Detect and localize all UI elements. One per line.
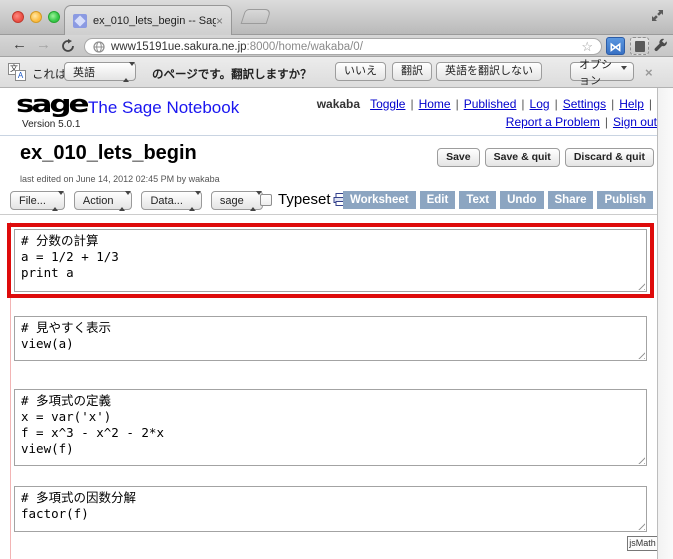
typeset-checkbox[interactable] xyxy=(260,194,272,206)
tab-close-icon[interactable]: × xyxy=(216,15,223,27)
share-button[interactable]: Share xyxy=(548,191,594,209)
menu-group: File... Action Data... sage xyxy=(10,191,263,210)
nav-link-home[interactable]: Home xyxy=(419,97,451,111)
browser-navbar: ← → www15191ue.sakura.ne.jp:8000/home/wa… xyxy=(0,35,673,57)
close-window-button[interactable] xyxy=(12,11,24,23)
url-text[interactable]: www15191ue.sakura.ne.jp:8000/home/wakaba… xyxy=(111,41,363,53)
header-nav-row1: wakabaToggle|Home|Published|Log|Settings… xyxy=(317,97,657,111)
translate-prefix-label: これは xyxy=(32,66,67,82)
options-button[interactable]: オプション xyxy=(570,62,634,81)
select-arrows-icon xyxy=(119,195,126,207)
language-select[interactable]: 英語 xyxy=(64,62,136,81)
tab-title: ex_010_lets_begin -- Sage xyxy=(93,15,216,27)
select-arrows-icon xyxy=(189,195,196,207)
bookmark-star-icon[interactable]: ☆ xyxy=(581,40,593,53)
back-button[interactable]: ← xyxy=(12,36,27,53)
version-label: Version 5.0.1 xyxy=(22,119,80,130)
wrench-menu-icon[interactable] xyxy=(652,38,668,54)
forward-button[interactable]: → xyxy=(36,36,51,53)
browser-window: ex_010_lets_begin -- Sage × ← → www15191… xyxy=(0,0,673,559)
cell-2-code[interactable]: # 見やすく表示 view(a) xyxy=(15,317,646,355)
code-cell-3[interactable]: # 多項式の定義 x = var('x') f = x^3 - x^2 - 2*… xyxy=(14,389,647,466)
extension-button-gray[interactable] xyxy=(630,37,649,55)
save-button[interactable]: Save xyxy=(437,148,480,167)
action-menu[interactable]: Action xyxy=(74,191,133,210)
select-arrows-icon xyxy=(250,195,257,207)
fullscreen-icon[interactable] xyxy=(651,9,664,22)
scrollbar-track[interactable] xyxy=(657,88,673,559)
save-quit-button[interactable]: Save & quit xyxy=(485,148,560,167)
new-tab-button[interactable] xyxy=(241,9,272,24)
code-cell-4[interactable]: # 多項式の因数分解 factor(f) xyxy=(14,486,647,532)
cell-3-code[interactable]: # 多項式の定義 x = var('x') f = x^3 - x^2 - 2*… xyxy=(15,390,646,460)
translate-icon: 文 A xyxy=(8,63,26,81)
sage-page: sage The Sage Notebook Version 5.0.1 wak… xyxy=(0,88,673,559)
translate-no-button[interactable]: いいえ xyxy=(335,62,386,81)
nav-link-toggle[interactable]: Toggle xyxy=(370,97,405,111)
options-arrow-icon xyxy=(621,70,628,82)
globe-icon xyxy=(93,41,105,53)
file-menu[interactable]: File... xyxy=(10,191,65,210)
infobar-close-icon[interactable]: × xyxy=(645,65,653,80)
cell-4-code[interactable]: # 多項式の因数分解 factor(f) xyxy=(15,487,646,525)
header-divider xyxy=(0,135,657,136)
sage-logo[interactable]: sage xyxy=(16,90,87,118)
worksheet-toolbar: File... Action Data... sage Typeset Prin… xyxy=(10,191,653,211)
jsmath-badge[interactable]: jsMath xyxy=(627,536,658,551)
worksheet-title[interactable]: ex_010_lets_begin xyxy=(20,142,197,165)
header-nav-row2: Report a Problem|Sign out xyxy=(506,115,657,129)
text-button[interactable]: Text xyxy=(459,191,496,209)
minimize-window-button[interactable] xyxy=(30,11,42,23)
app-title-link[interactable]: The Sage Notebook xyxy=(88,98,239,118)
select-arrows-icon xyxy=(123,66,130,78)
code-cell-2[interactable]: # 見やすく表示 view(a) xyxy=(14,316,647,361)
typeset-label: Typeset xyxy=(278,191,331,208)
translate-button[interactable]: 翻訳 xyxy=(392,62,432,81)
nav-link-log[interactable]: Log xyxy=(530,97,550,111)
cell-1-code[interactable]: # 分数の計算 a = 1/2 + 1/3 print a xyxy=(15,230,646,284)
translate-infobar: 文 A これは 英語 のページです。翻訳しますか？ いいえ 翻訳 英語を翻訳しな… xyxy=(0,57,673,88)
sage-favicon xyxy=(73,14,87,28)
zoom-window-button[interactable] xyxy=(48,11,60,23)
publish-button[interactable]: Publish xyxy=(597,191,653,209)
url-path: :8000/home/wakaba/0/ xyxy=(247,41,363,53)
select-arrows-icon xyxy=(52,195,59,207)
nav-link-help[interactable]: Help xyxy=(619,97,644,111)
username: wakaba xyxy=(317,97,360,111)
toolbar-divider xyxy=(0,214,657,215)
undo-button[interactable]: Undo xyxy=(500,191,543,209)
save-button-group: Save Save & quit Discard & quit xyxy=(437,148,654,167)
translate-question-label: のページです。翻訳しますか？ xyxy=(152,66,312,82)
extension-button-blue[interactable]: ⋈ xyxy=(606,37,625,55)
nav-link-sign-out[interactable]: Sign out xyxy=(613,115,657,129)
discard-quit-button[interactable]: Discard & quit xyxy=(565,148,654,167)
data-menu[interactable]: Data... xyxy=(141,191,201,210)
typeset-control: Typeset xyxy=(260,191,331,208)
edit-button[interactable]: Edit xyxy=(420,191,456,209)
last-edited-label: last edited on June 14, 2012 02:45 PM by… xyxy=(20,174,220,184)
window-titlebar: ex_010_lets_begin -- Sage × xyxy=(0,0,673,35)
never-translate-button[interactable]: 英語を翻訳しない xyxy=(436,62,542,81)
nav-link-report-problem[interactable]: Report a Problem xyxy=(506,115,600,129)
url-bar[interactable]: www15191ue.sakura.ne.jp:8000/home/wakaba… xyxy=(84,38,602,55)
reload-icon[interactable] xyxy=(61,39,75,53)
system-select[interactable]: sage xyxy=(211,191,263,210)
nav-link-published[interactable]: Published xyxy=(464,97,517,111)
worksheet-mode-button[interactable]: Worksheet xyxy=(343,191,416,209)
cell-margin-line xyxy=(10,222,11,559)
url-domain: www15191ue.sakura.ne.jp xyxy=(111,41,247,53)
nav-link-settings[interactable]: Settings xyxy=(563,97,606,111)
code-cell-1[interactable]: # 分数の計算 a = 1/2 + 1/3 print a xyxy=(14,229,647,292)
mode-button-group: Worksheet Edit Text Undo Share Publish xyxy=(343,191,653,209)
browser-tab[interactable]: ex_010_lets_begin -- Sage × xyxy=(64,5,232,35)
